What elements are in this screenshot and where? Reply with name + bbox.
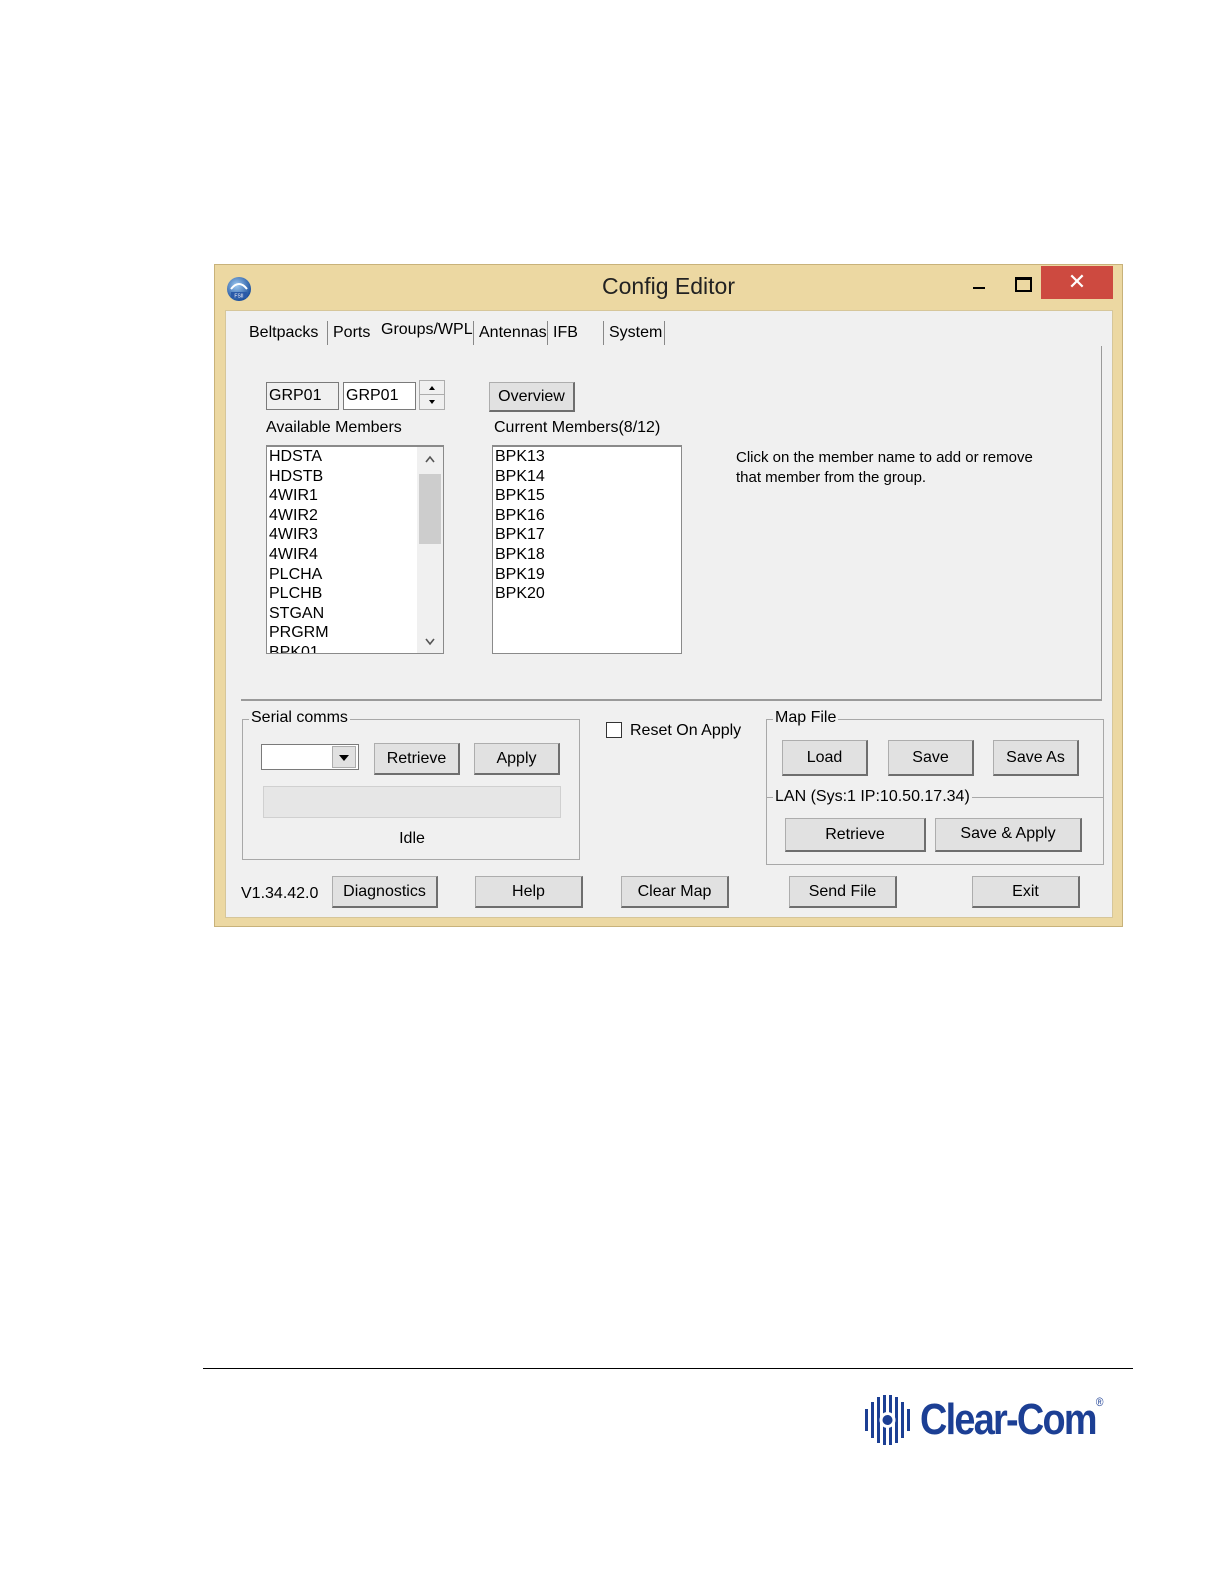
logo-registered-mark: ® [1095, 1395, 1104, 1409]
map-file-group: Map File Load Save Save As LAN (Sys:1 IP… [766, 709, 1104, 865]
available-members-label: Available Members [266, 419, 402, 436]
reset-on-apply-label: Reset On Apply [630, 722, 742, 739]
diagnostics-button[interactable]: Diagnostics [332, 876, 438, 908]
help-text-line2: that member from the group. [736, 469, 927, 486]
serial-port-select[interactable] [261, 744, 359, 770]
available-members-list[interactable]: HDSTA HDSTB 4WIR1 4WIR2 4WIR3 4WIR4 PLCHA PLCHB… [266, 445, 444, 654]
page-footer-rule [203, 1368, 1133, 1369]
list-item[interactable]: HDSTA [267, 447, 417, 467]
tab-antennas[interactable]: Antennas [473, 321, 548, 345]
tab-system[interactable]: System [603, 321, 665, 345]
list-item[interactable]: PRGRM [267, 623, 417, 643]
list-item[interactable]: BPK19 [493, 565, 679, 585]
map-save-label: Save [912, 749, 949, 766]
help-label: Help [512, 883, 545, 900]
minimize-button[interactable] [967, 273, 991, 297]
lan-save-apply-button[interactable]: Save & Apply [935, 818, 1082, 852]
overview-button-label: Overview [498, 388, 565, 405]
scroll-thumb[interactable] [419, 474, 441, 544]
serial-progress-bar [263, 786, 561, 818]
diagnostics-label: Diagnostics [343, 883, 426, 900]
chevron-down-icon[interactable] [332, 746, 356, 768]
clear-com-wordmark: Clear-Com® [920, 1395, 1103, 1445]
group-name-field[interactable]: GRP01 [343, 382, 416, 410]
title-bar[interactable]: FSII Config Editor ✕ [215, 265, 1122, 311]
list-item[interactable]: 4WIR1 [267, 486, 417, 506]
lan-retrieve-label: Retrieve [825, 826, 885, 843]
list-item[interactable]: HDSTB [267, 467, 417, 487]
map-file-title: Map File [773, 709, 839, 727]
help-text-line1: Click on the member name to add or remov… [736, 449, 1033, 466]
logo-text: Clear-Com [920, 1395, 1098, 1444]
map-load-label: Load [806, 749, 843, 766]
reset-on-apply-checkbox[interactable] [606, 722, 622, 738]
clear-map-label: Clear Map [637, 883, 712, 900]
groups-tab-panel: GRP01 GRP01 Overview Available Members C… [241, 346, 1102, 701]
client-area: Beltpacks Ports Groups/WPL Antennas IFB … [225, 310, 1113, 918]
exit-label: Exit [1012, 883, 1039, 900]
list-item[interactable]: 4WIR3 [267, 525, 417, 545]
tab-beltpacks[interactable]: Beltpacks [244, 321, 328, 345]
send-file-button[interactable]: Send File [789, 876, 897, 908]
clear-map-button[interactable]: Clear Map [621, 876, 729, 908]
list-item[interactable]: 4WIR2 [267, 506, 417, 526]
tab-ports[interactable]: Ports [327, 321, 375, 345]
list-item[interactable]: BPK15 [493, 486, 679, 506]
map-save-as-label: Save As [1006, 749, 1065, 766]
version-label: V1.34.42.0 [241, 885, 319, 902]
serial-retrieve-button[interactable]: Retrieve [374, 743, 460, 775]
list-item[interactable]: BPK18 [493, 545, 679, 565]
list-item[interactable]: BPK14 [493, 467, 679, 487]
list-item[interactable]: BPK13 [493, 447, 679, 467]
serial-comms-group: Serial comms Retrieve Apply Idle [242, 709, 580, 860]
tab-groups-wpl[interactable]: Groups/WPL [376, 318, 473, 342]
group-spinner[interactable] [419, 380, 445, 410]
scroll-down-icon[interactable] [417, 630, 443, 653]
list-item[interactable]: 4WIR4 [267, 545, 417, 565]
map-save-button[interactable]: Save [888, 740, 974, 776]
list-item[interactable]: BPK17 [493, 525, 679, 545]
current-members-label: Current Members(8/12) [494, 419, 661, 436]
send-file-label: Send File [808, 883, 877, 900]
exit-button[interactable]: Exit [972, 876, 1080, 908]
list-item[interactable]: PLCHA [267, 565, 417, 585]
list-item[interactable]: BPK16 [493, 506, 679, 526]
maximize-button[interactable] [1011, 273, 1035, 297]
serial-status: Idle [399, 830, 425, 847]
serial-apply-label: Apply [496, 750, 537, 767]
list-item[interactable]: STGAN [267, 604, 417, 624]
list-item[interactable]: BPK01 [267, 643, 417, 653]
overview-button[interactable]: Overview [489, 382, 575, 412]
group-id-field[interactable]: GRP01 [266, 382, 339, 410]
spinner-up-icon[interactable] [420, 381, 444, 395]
clear-com-logo: Clear-Com® [865, 1393, 1120, 1449]
serial-apply-button[interactable]: Apply [474, 743, 560, 775]
serial-retrieve-label: Retrieve [386, 750, 447, 767]
scroll-up-icon[interactable] [417, 447, 443, 471]
help-button[interactable]: Help [475, 876, 583, 908]
config-editor-window: FSII Config Editor ✕ Beltpacks Ports Gro… [214, 264, 1123, 927]
current-members-list[interactable]: BPK13 BPK14 BPK15 BPK16 BPK17 BPK18 BPK19 BPK20 [492, 445, 682, 654]
spinner-down-icon[interactable] [420, 396, 444, 410]
lan-title: LAN (Sys:1 IP:10.50.17.34) [773, 788, 972, 806]
serial-comms-title: Serial comms [249, 709, 350, 727]
tab-ifb[interactable]: IFB [547, 321, 603, 345]
map-load-button[interactable]: Load [782, 740, 868, 776]
close-button[interactable]: ✕ [1041, 266, 1113, 299]
list-item[interactable]: PLCHB [267, 584, 417, 604]
available-scrollbar[interactable] [417, 447, 443, 653]
list-item[interactable]: BPK20 [493, 584, 679, 604]
lan-save-apply-label: Save & Apply [960, 825, 1056, 842]
lan-retrieve-button[interactable]: Retrieve [785, 818, 926, 852]
map-save-as-button[interactable]: Save As [993, 740, 1079, 776]
